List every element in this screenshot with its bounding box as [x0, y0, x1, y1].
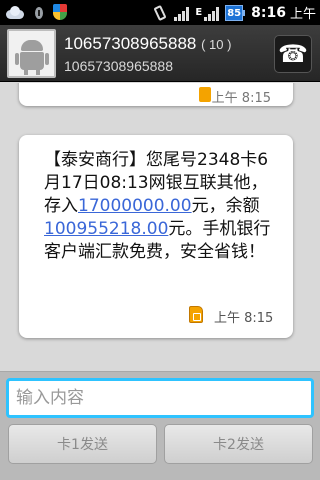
status-ampm: 上午: [289, 7, 316, 22]
message-bubble-previous[interactable]: 上午 8:15: [19, 83, 293, 106]
network-type-label: E: [195, 7, 203, 18]
message-time: 上午 8:15: [211, 91, 271, 106]
status-bar: E 85 8:16 上午: [0, 0, 320, 25]
sim-card-icon: [189, 306, 203, 323]
compose-input[interactable]: [9, 381, 311, 415]
conversation-header: 10657308965888 ( 10 ) 10657308965888 ☎: [0, 25, 320, 82]
contact-title: 10657308965888 ( 10 ): [64, 34, 231, 54]
contact-subtitle: 10657308965888: [64, 58, 174, 74]
balance-link[interactable]: 100955218.00: [44, 219, 168, 239]
battery-icon: 85: [225, 4, 246, 21]
amount-link[interactable]: 17000000.00: [78, 196, 192, 216]
sim-card-icon: [199, 87, 211, 102]
phone-icon: ☎: [278, 40, 308, 68]
send-sim1-button[interactable]: 卡1发送: [8, 424, 157, 464]
signal-icon: [204, 5, 220, 21]
message-time: 上午 8:15: [214, 311, 274, 326]
message-count: ( 10 ): [201, 37, 232, 52]
battery-level: 85: [225, 4, 244, 21]
message-text-part: 元，余额: [191, 196, 260, 216]
message-text: 【泰安商行】您尾号2348卡6月17日08:13网银互联其他，存入1700000…: [44, 149, 284, 264]
message-bubble[interactable]: 【泰安商行】您尾号2348卡6月17日08:13网银互联其他，存入1700000…: [19, 135, 293, 338]
contact-number: 10657308965888: [64, 34, 197, 53]
status-left-icons: [4, 3, 68, 22]
status-time: 8:16: [251, 4, 286, 21]
message-list[interactable]: 上午 8:15 【泰安商行】您尾号2348卡6月17日08:13网银互联其他，存…: [0, 83, 320, 371]
compose-area: 卡1发送 卡2发送: [0, 371, 320, 480]
call-button[interactable]: ☎: [274, 35, 312, 73]
status-right-icons: E 85 8:16 上午: [152, 3, 316, 22]
signal-icon: [174, 5, 190, 21]
shield-icon: [52, 4, 68, 21]
compose-input-wrapper: [6, 378, 314, 418]
weather-icon: [4, 5, 26, 21]
contact-avatar[interactable]: [7, 29, 56, 78]
send-sim2-button[interactable]: 卡2发送: [164, 424, 313, 464]
mic-icon: [32, 5, 46, 21]
vibrate-icon: [152, 4, 168, 21]
